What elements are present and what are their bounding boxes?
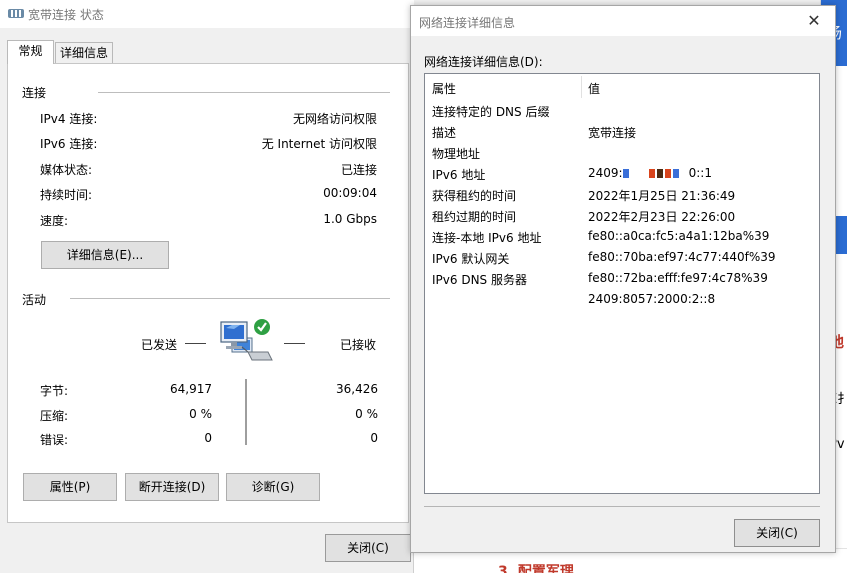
details-list-header: 属性 值	[425, 74, 819, 100]
status-window-title: 宽带连接 状态	[28, 8, 104, 22]
details-window: 网络连接详细信息 ✕ 网络连接详细信息(D): 属性 值 连接特定的 DNS 后…	[410, 5, 836, 553]
compression-label: 压缩:	[40, 409, 69, 423]
bytes-received-value: 36,426	[336, 382, 378, 396]
sent-dash	[185, 343, 206, 344]
network-computers-icon	[220, 319, 273, 361]
received-dash	[284, 343, 305, 344]
property-cell: IPv6 地址	[432, 168, 486, 182]
redaction-block	[672, 169, 679, 178]
list-item[interactable]: 获得租约的时间 2022年1月25日 21:36:49	[425, 184, 819, 205]
value-cell: fe80::72ba:efff:fe97:4c78%39	[588, 271, 768, 285]
list-item[interactable]: 描述 宽带连接	[425, 121, 819, 142]
value-cell: fe80::70ba:ef97:4c77:440f%39	[588, 250, 776, 264]
ipv4-connectivity-label: IPv4 连接:	[40, 112, 98, 126]
background-bottom-text: 3. 配置军理	[498, 564, 574, 573]
speed-value: 1.0 Gbps	[323, 212, 377, 226]
tab-details[interactable]: 详细信息	[55, 42, 113, 64]
activity-column-divider	[245, 379, 247, 445]
ipv4-connectivity-value: 无网络访问权限	[292, 112, 377, 126]
status-window: 宽带连接 状态 常规 详细信息 连接 IPv4 连接: 无网络访问权限 IPv6…	[0, 0, 414, 573]
column-header-value[interactable]: 值	[588, 80, 600, 97]
value-cell: fe80::a0ca:fc5:a4a1:12ba%39	[588, 229, 770, 243]
speed-label: 速度:	[40, 214, 69, 228]
redaction-block	[622, 169, 629, 178]
media-state-value: 已连接	[340, 163, 377, 177]
list-item[interactable]: 连接特定的 DNS 后缀	[425, 100, 819, 121]
sent-label: 已发送	[141, 338, 178, 352]
value-cell: 宽带连接	[588, 126, 637, 140]
list-item[interactable]: 2409:8057:2000:2::8	[425, 289, 819, 310]
bytes-sent-value: 64,917	[170, 382, 212, 396]
received-label: 已接收	[340, 338, 377, 352]
redaction-block	[656, 169, 663, 178]
compression-received-value: 0 %	[355, 407, 378, 421]
details-window-title: 网络连接详细信息	[419, 16, 516, 30]
details-list[interactable]: 属性 值 连接特定的 DNS 后缀 描述 宽带连接 物理地址 IPv6 地址 2…	[424, 73, 820, 494]
ipv6-connectivity-label: IPv6 连接:	[40, 137, 98, 151]
column-header-property[interactable]: 属性	[432, 80, 456, 97]
details-button[interactable]: 详细信息(E)...	[41, 241, 169, 269]
value-cell: 2022年2月23日 22:26:00	[588, 210, 736, 224]
property-cell: 租约过期的时间	[432, 210, 517, 224]
details-window-titlebar[interactable]: 网络连接详细信息 ✕	[411, 6, 835, 36]
redaction-block	[648, 169, 655, 178]
errors-label: 错误:	[40, 433, 69, 447]
activity-section-label: 活动	[22, 293, 47, 307]
value-cell: 2022年1月25日 21:36:49	[588, 189, 736, 203]
close-icon[interactable]: ✕	[803, 10, 825, 32]
list-item[interactable]: IPv6 地址 2409: 0::1	[425, 163, 819, 184]
connection-section-divider	[98, 92, 390, 93]
compression-sent-value: 0 %	[189, 407, 212, 421]
property-cell: 物理地址	[432, 147, 481, 161]
ipv6-connectivity-value: 无 Internet 访问权限	[261, 137, 377, 151]
ipv6-suffix: 0::1	[688, 166, 712, 180]
list-item[interactable]: 租约过期的时间 2022年2月23日 22:26:00	[425, 205, 819, 226]
property-cell: 获得租约的时间	[432, 189, 517, 203]
duration-label: 持续时间:	[40, 188, 93, 202]
value-cell: 2409:8057:2000:2::8	[588, 292, 716, 306]
redaction-block	[664, 169, 671, 178]
details-footer-divider	[424, 506, 820, 507]
details-close-button[interactable]: 关闭(C)	[734, 519, 820, 547]
properties-button[interactable]: 属性(P)	[23, 473, 117, 501]
bytes-label: 字节:	[40, 384, 69, 398]
property-cell: 连接特定的 DNS 后缀	[432, 105, 550, 119]
connection-section-label: 连接	[22, 86, 47, 100]
list-item[interactable]: 物理地址	[425, 142, 819, 163]
property-cell: IPv6 默认网关	[432, 252, 510, 266]
disconnect-button[interactable]: 断开连接(D)	[125, 473, 219, 501]
details-list-label: 网络连接详细信息(D):	[424, 55, 543, 69]
status-window-titlebar[interactable]: 宽带连接 状态	[0, 0, 414, 28]
status-close-button[interactable]: 关闭(C)	[325, 534, 411, 562]
errors-sent-value: 0	[204, 431, 212, 445]
ipv6-prefix: 2409:	[588, 166, 623, 180]
list-item[interactable]: IPv6 默认网关 fe80::70ba:ef97:4c77:440f%39	[425, 247, 819, 268]
list-item[interactable]: IPv6 DNS 服务器 fe80::72ba:efff:fe97:4c78%3…	[425, 268, 819, 289]
column-separator[interactable]	[581, 76, 582, 98]
value-cell-redacted: 2409: 0::1	[588, 166, 712, 180]
duration-value: 00:09:04	[323, 186, 377, 200]
status-general-panel	[7, 63, 409, 523]
activity-section-divider	[70, 298, 390, 299]
tab-general[interactable]: 常规	[7, 40, 54, 64]
property-cell: 描述	[432, 126, 457, 140]
property-cell: 连接-本地 IPv6 地址	[432, 231, 542, 245]
broadband-connection-icon	[8, 9, 24, 18]
errors-received-value: 0	[370, 431, 378, 445]
diagnose-button[interactable]: 诊断(G)	[226, 473, 320, 501]
property-cell: IPv6 DNS 服务器	[432, 273, 527, 287]
media-state-label: 媒体状态:	[40, 163, 93, 177]
list-item[interactable]: 连接-本地 IPv6 地址 fe80::a0ca:fc5:a4a1:12ba%3…	[425, 226, 819, 247]
